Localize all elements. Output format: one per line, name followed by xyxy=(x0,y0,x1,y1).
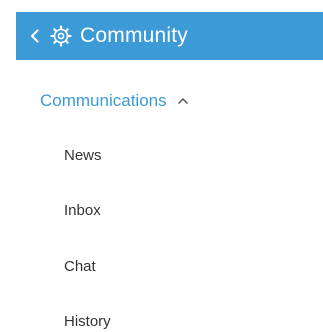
submenu-item-chat[interactable]: Chat xyxy=(64,258,96,276)
section-label: Communications xyxy=(40,91,167,110)
submenu-item-history[interactable]: History xyxy=(64,313,111,331)
submenu-item-news[interactable]: News xyxy=(64,147,102,165)
submenu-item-inbox[interactable]: Inbox xyxy=(64,202,101,220)
nav-title: Community xyxy=(80,24,188,47)
section-communications[interactable]: Communications xyxy=(40,90,189,112)
gear-icon xyxy=(50,25,72,47)
chevron-left-icon[interactable] xyxy=(26,24,44,48)
navigation-panel: Community Communications News Inbox Chat… xyxy=(0,0,323,332)
nav-header: Community xyxy=(16,12,323,60)
chevron-up-icon xyxy=(177,96,189,106)
